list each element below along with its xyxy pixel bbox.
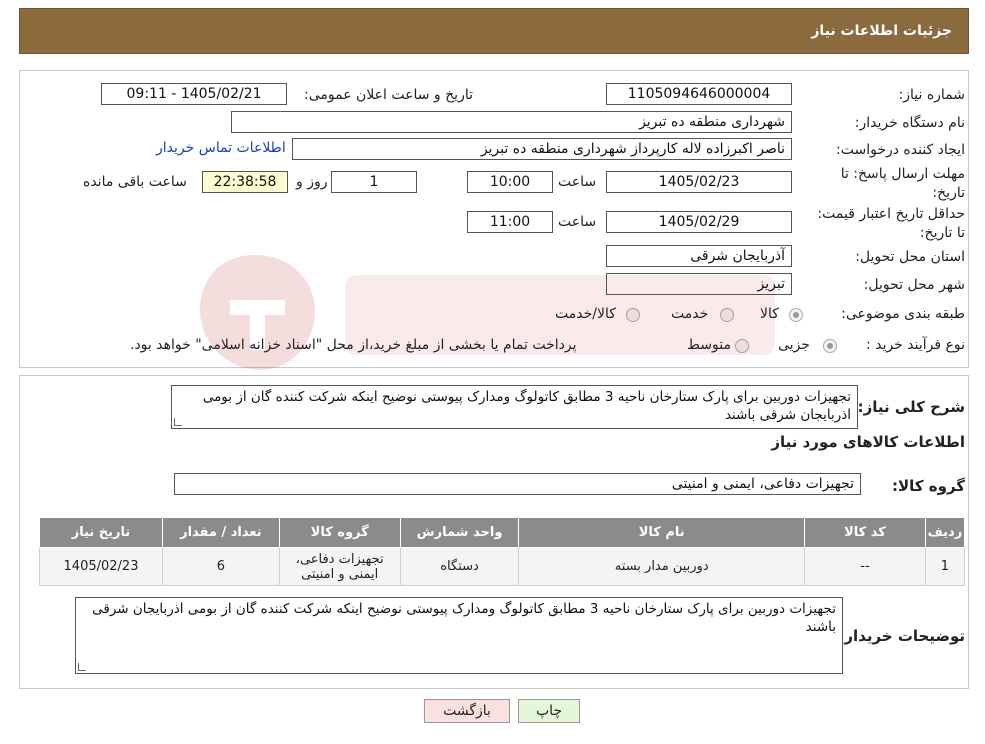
validity-date-field: 1405/02/29	[606, 211, 792, 233]
category-radio-goods-service[interactable]	[626, 308, 640, 322]
buyer-notes-text: تجهیزات دوربین برای پارک ستارخان ناحیه 3…	[92, 601, 836, 635]
goods-table-header: ردیف کد کالا نام کالا واحد شمارش گروه کا…	[38, 517, 966, 548]
print-button[interactable]: چاپ	[518, 699, 580, 723]
cell-row-number: 1	[924, 547, 966, 586]
announce-date-field: 1405/02/21 - 09:11	[101, 83, 287, 105]
cell-quantity: 6	[162, 547, 280, 586]
col-item-code: کد کالا	[804, 517, 926, 548]
need-description-label: شرح کلی نیاز:	[857, 398, 965, 416]
col-row-number: ردیف	[924, 517, 966, 548]
goods-info-title: اطلاعات کالاهای مورد نیاز	[771, 433, 965, 451]
process-option-minor: جزیی	[778, 337, 810, 353]
buyer-field: شهرداری منطقه ده تبریز	[231, 111, 792, 133]
remaining-time-field: 22:38:58	[202, 171, 288, 193]
need-number-label: شماره نیاز:	[898, 87, 966, 103]
deadline-time-field: 10:00	[467, 171, 553, 193]
cell-item-group: تجهیزات دفاعی، ایمنی و امنیتی	[278, 547, 401, 586]
buyer-label: نام دستگاه خریدار:	[854, 115, 965, 131]
province-field: آذربایجان شرقی	[606, 245, 792, 267]
page-header: جزئیات اطلاعات نیاز	[19, 8, 969, 54]
buyer-notes-field[interactable]: تجهیزات دوربین برای پارک ستارخان ناحیه 3…	[75, 597, 843, 674]
category-option-service: خدمت	[671, 306, 709, 322]
back-button[interactable]: بازگشت	[424, 699, 510, 723]
validity-time-label: ساعت	[558, 214, 597, 230]
category-label: طبقه بندی موضوعی:	[841, 306, 965, 322]
goods-table: ردیف کد کالا نام کالا واحد شمارش گروه کا…	[38, 517, 966, 586]
col-unit: واحد شمارش	[399, 517, 520, 548]
resize-grip-icon[interactable]	[78, 663, 86, 671]
process-radio-medium[interactable]	[735, 339, 749, 353]
days-label: روز و	[296, 174, 328, 190]
resize-grip-icon[interactable]	[174, 418, 182, 426]
category-radio-service[interactable]	[720, 308, 734, 322]
deadline-date-field: 1405/02/23	[606, 171, 792, 193]
col-item-name: نام کالا	[518, 517, 805, 548]
remaining-label: ساعت باقی مانده	[83, 174, 187, 190]
col-item-group: گروه کالا	[278, 517, 401, 548]
deadline-label: مهلت ارسال پاسخ: تا تاریخ:	[840, 166, 965, 201]
process-note: پرداخت تمام یا بخشی از مبلغ خرید،از محل …	[130, 337, 577, 353]
cell-item-name: دوربین مدار بسته	[518, 547, 805, 586]
goods-group-field: تجهیزات دفاعی، ایمنی و امنیتی	[174, 473, 861, 495]
province-label: استان محل تحویل:	[855, 249, 965, 265]
city-label: شهر محل تحویل:	[863, 277, 965, 293]
need-description-text: تجهیزات دوربین برای پارک ستارخان ناحیه 3…	[202, 389, 851, 423]
col-quantity: تعداد / مقدار	[162, 517, 280, 548]
cell-need-date: 1405/02/23	[38, 547, 164, 586]
buyer-contact-link[interactable]: اطلاعات تماس خریدار	[156, 140, 286, 156]
need-description-field[interactable]: تجهیزات دوربین برای پارک ستارخان ناحیه 3…	[171, 385, 858, 429]
category-option-goods: کالا	[760, 306, 779, 322]
deadline-time-label: ساعت	[558, 174, 597, 190]
days-field: 1	[331, 171, 417, 193]
category-option-goods-service: کالا/خدمت	[555, 306, 616, 322]
process-radio-minor[interactable]	[823, 339, 837, 353]
creator-field: ناصر اکبرزاده لاله کارپرداز شهرداری منطق…	[292, 138, 792, 160]
process-option-medium: متوسط	[687, 337, 731, 353]
need-number-field: 1105094646000004	[606, 83, 792, 105]
creator-label: ایجاد کننده درخواست:	[836, 142, 965, 158]
table-row: 1 -- دوربین مدار بسته دستگاه تجهیزات دفا…	[38, 547, 966, 586]
page-title: جزئیات اطلاعات نیاز	[811, 23, 952, 39]
cell-unit: دستگاه	[399, 547, 520, 586]
process-label: نوع فرآیند خرید :	[866, 337, 965, 353]
buyer-notes-label: توضیحات خریدار:	[838, 627, 965, 645]
validity-time-field: 11:00	[467, 211, 553, 233]
validity-label: حداقل تاریخ اعتبار قیمت: تا تاریخ:	[817, 206, 965, 241]
announce-label: تاریخ و ساعت اعلان عمومی:	[304, 87, 473, 103]
goods-group-label: گروه کالا:	[892, 477, 965, 495]
city-field: تبریز	[606, 273, 792, 295]
cell-item-code: --	[804, 547, 926, 586]
category-radio-goods[interactable]	[789, 308, 803, 322]
col-need-date: تاریخ نیاز	[38, 517, 164, 548]
